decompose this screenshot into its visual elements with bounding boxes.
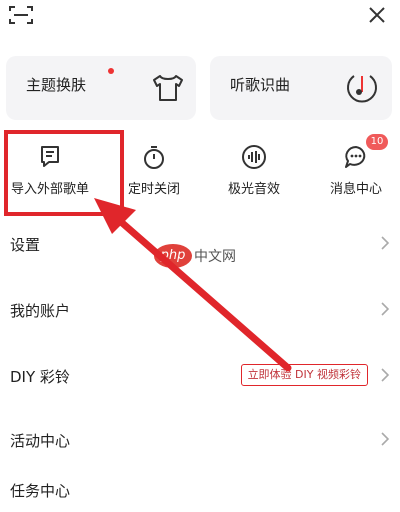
theme-card[interactable]: 主题换肤 <box>6 56 196 120</box>
task-center-row[interactable]: 任务中心 <box>0 470 400 510</box>
watermark-text: 中文网 <box>194 249 236 265</box>
highlight-box <box>4 130 124 216</box>
message-center-label: 消息中心 <box>329 182 382 197</box>
song-recognize-card[interactable]: 听歌识曲 <box>210 56 392 120</box>
top-bar <box>0 0 400 40</box>
theme-card-label: 主题换肤 <box>26 76 87 94</box>
chevron-right-icon <box>381 302 390 316</box>
watermark: php 中文网 <box>154 244 236 270</box>
watermark-logo: php <box>154 244 192 268</box>
close-icon[interactable] <box>366 4 388 26</box>
message-icon <box>345 146 366 168</box>
timer-icon <box>144 146 164 169</box>
sound-effect-button[interactable]: 极光音效 <box>204 134 304 214</box>
task-center-label: 任务中心 <box>10 482 71 500</box>
message-badge: 10 <box>366 134 388 150</box>
account-row[interactable]: 我的账户 <box>0 290 400 330</box>
notification-dot <box>108 68 114 74</box>
diy-try-button[interactable]: 立即体验 DIY 视频彩铃 <box>240 364 368 386</box>
chevron-right-icon <box>381 236 390 250</box>
account-label: 我的账户 <box>10 302 71 320</box>
sound-effect-icon <box>242 145 266 169</box>
sound-effect-label: 极光音效 <box>227 182 280 197</box>
song-recognize-label: 听歌识曲 <box>230 76 291 94</box>
settings-label: 设置 <box>10 236 41 254</box>
message-center-button[interactable]: 10 消息中心 <box>306 134 400 214</box>
music-recognize-icon <box>347 75 377 103</box>
diy-ringtone-label: DIY 彩铃 <box>10 368 70 386</box>
activity-center-row[interactable]: 活动中心 <box>0 420 400 460</box>
chevron-right-icon <box>381 368 390 382</box>
tshirt-icon <box>153 75 183 101</box>
scan-icon[interactable] <box>8 4 34 26</box>
chevron-right-icon <box>381 432 390 446</box>
activity-center-label: 活动中心 <box>10 432 71 450</box>
diy-ringtone-row[interactable]: DIY 彩铃 立即体验 DIY 视频彩铃 <box>0 356 400 396</box>
